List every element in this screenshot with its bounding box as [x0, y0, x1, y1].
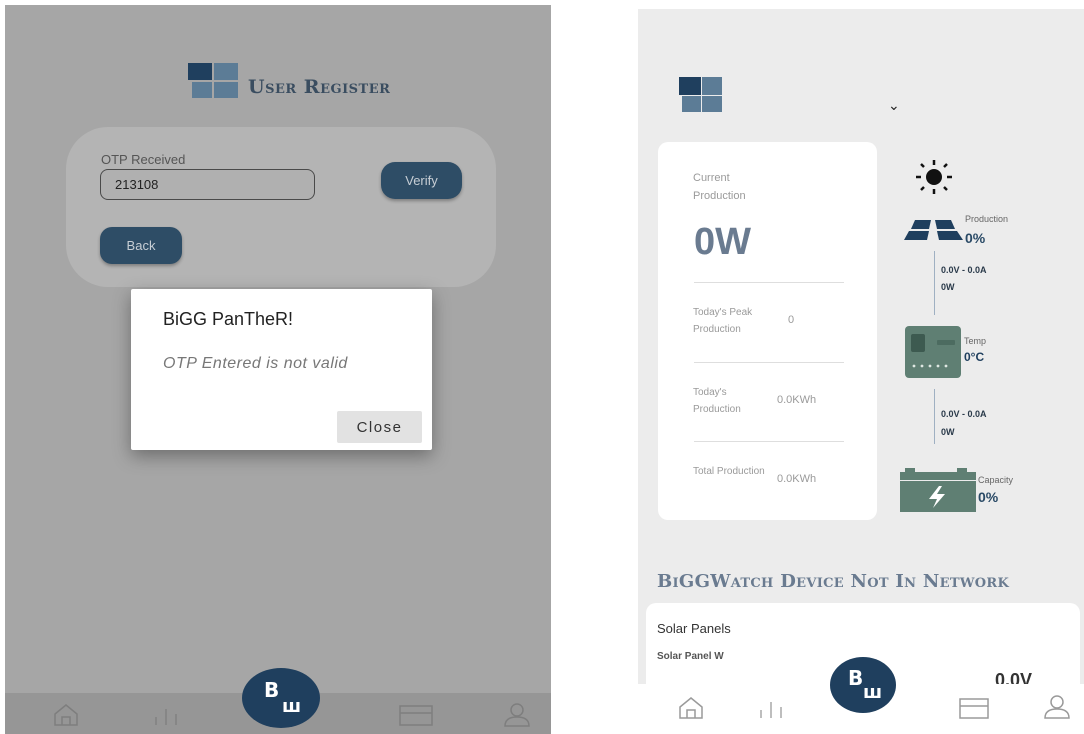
sun-icon: [916, 160, 952, 194]
alert-dialog: BiGG PanTheR! OTP Entered is not valid C…: [131, 289, 432, 450]
card-icon[interactable]: [398, 703, 434, 727]
app-logo: [188, 63, 240, 99]
total-production-label: Total Production: [693, 466, 765, 477]
connector-line: [934, 389, 935, 444]
network-status-title: BiGGWatch Device Not In Network: [657, 571, 1010, 592]
center-logo-button[interactable]: Bш: [830, 657, 896, 713]
solar-panel-icon: [904, 220, 963, 240]
capacity-label: Capacity: [978, 475, 1014, 485]
close-button[interactable]: Close: [337, 411, 422, 443]
user-register-screen: User Register OTP Received Verify Back B…: [5, 5, 551, 734]
temp-label: Temp: [964, 336, 987, 346]
home-icon[interactable]: [52, 703, 80, 727]
app-logo: [679, 77, 723, 113]
peak-production-value: 0: [788, 314, 795, 326]
otp-label: OTP Received: [101, 152, 186, 167]
production-percent: 0%: [965, 230, 986, 246]
today-production-value: 0.0KWh: [777, 394, 817, 406]
today-production-label: Today's Production: [693, 387, 741, 415]
total-production-value: 0.0KWh: [777, 473, 817, 485]
current-production-value: 0W: [694, 221, 751, 263]
profile-icon[interactable]: [502, 702, 532, 728]
center-logo-button[interactable]: Bш: [242, 668, 320, 728]
profile-icon[interactable]: [1042, 694, 1072, 720]
line1-voltage: 0.0V - 0.0A: [941, 265, 987, 275]
capacity-percent: 0%: [978, 489, 999, 505]
line1-power: 0W: [941, 282, 955, 292]
solar-panels-title: Solar Panels: [657, 621, 731, 636]
inverter-icon: [905, 326, 961, 378]
otp-input[interactable]: [100, 169, 315, 200]
current-production-label: Current Production: [693, 172, 746, 202]
verify-button[interactable]: Verify: [381, 162, 462, 199]
divider: [694, 441, 844, 442]
back-button[interactable]: Back: [100, 227, 182, 264]
register-header: User Register: [5, 62, 551, 102]
connector-line: [934, 251, 935, 315]
line2-power: 0W: [941, 427, 955, 437]
production-label: Production: [965, 214, 1009, 224]
chevron-down-icon[interactable]: ⌄: [888, 97, 900, 114]
production-card: Current Production 0W Today's Peak Produ…: [658, 142, 877, 520]
dialog-message: OTP Entered is not valid: [163, 355, 348, 372]
stats-icon[interactable]: [756, 698, 786, 720]
dashboard-screen: ⌄ Current Production 0W Today's Peak Pro…: [638, 9, 1084, 734]
solar-panel-subtitle: Solar Panel W: [657, 651, 724, 662]
card-icon[interactable]: [958, 696, 990, 720]
divider: [694, 282, 844, 283]
temp-value: 0°C: [964, 350, 985, 364]
peak-production-label: Today's Peak Production: [693, 307, 753, 335]
dialog-title: BiGG PanTheR!: [163, 309, 294, 329]
line2-voltage: 0.0V - 0.0A: [941, 409, 987, 419]
battery-icon: [900, 468, 976, 512]
otp-card: OTP Received Verify Back: [66, 127, 496, 287]
home-icon[interactable]: [677, 696, 705, 720]
divider: [694, 362, 844, 363]
stats-icon[interactable]: [151, 705, 181, 727]
page-title: User Register: [248, 76, 391, 98]
